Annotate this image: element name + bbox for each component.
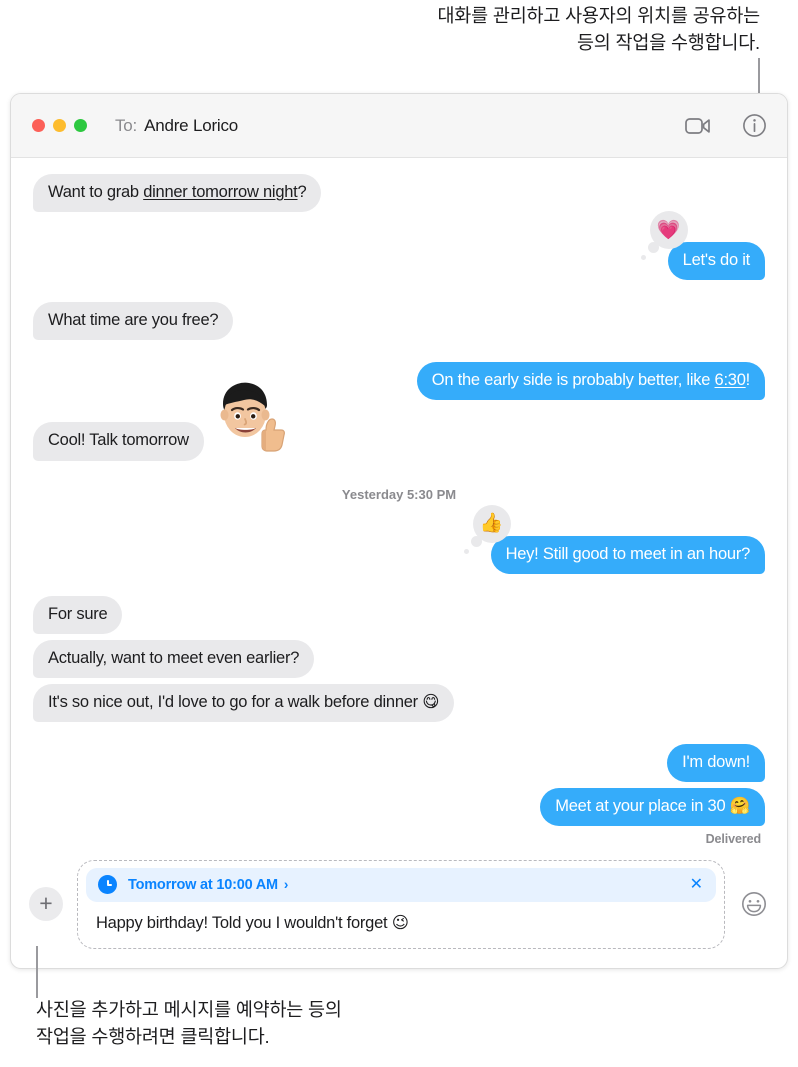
message-composer: + Tomorrow at 10:00 AM › ✕ Happy birthda… xyxy=(11,850,787,968)
facetime-video-icon[interactable] xyxy=(683,111,713,141)
message-row: Actually, want to meet even earlier? xyxy=(33,639,765,678)
message-text-part: ! xyxy=(745,371,751,390)
recipient-field[interactable]: To: Andre Lorico xyxy=(115,116,238,136)
bottom-annotation-text: 사진을 추가하고 메시지를 예약하는 등의 작업을 수행하려면 클릭합니다. xyxy=(36,996,466,1051)
message-bubble-incoming[interactable]: What time are you free? xyxy=(33,302,234,341)
message-row: What time are you free? xyxy=(33,302,765,341)
conversation-timestamp: Yesterday 5:30 PM xyxy=(341,486,457,502)
message-bubble-outgoing[interactable]: Meet at your place in 30 🤗 xyxy=(540,788,765,827)
message-bubble-outgoing[interactable]: I'm down! xyxy=(667,743,765,783)
message-text: I'm down! xyxy=(682,752,750,771)
traffic-light-buttons xyxy=(32,119,87,132)
bottom-annotation-line-2: 작업을 수행하려면 클릭합니다. xyxy=(36,1026,270,1048)
tapback-reaction-thumbsup[interactable]: 👍 xyxy=(463,504,511,554)
message-text: Let's do it xyxy=(682,251,751,270)
message-row: On the early side is probably better, li… xyxy=(33,362,765,401)
message-input-container[interactable]: Tomorrow at 10:00 AM › ✕ Happy birthday!… xyxy=(77,859,725,949)
message-row: I'm down! xyxy=(33,743,765,783)
message-text: Meet at your place in 30 🤗 xyxy=(555,797,750,816)
bottom-annotation-line-1: 사진을 추가하고 메시지를 예약하는 등의 xyxy=(36,999,342,1020)
window-titlebar: To: Andre Lorico xyxy=(11,94,787,158)
top-annotation-line-2: 등의 작업을 수행합니다. xyxy=(576,32,760,54)
scheduled-send-banner[interactable]: Tomorrow at 10:00 AM › ✕ xyxy=(86,867,716,902)
message-row: For sure xyxy=(33,595,765,634)
emoji-picker-icon[interactable] xyxy=(739,889,769,919)
message-row: Meet at your place in 30 🤗 xyxy=(33,788,765,827)
message-input-draft[interactable]: Happy birthday! Told you I wouldn't forg… xyxy=(86,902,716,940)
message-row: 👍 Hey! Still good to meet in an hour? xyxy=(33,504,765,574)
message-text-part: ? xyxy=(297,183,307,201)
message-text: Actually, want to meet even earlier? xyxy=(48,648,300,667)
add-attachment-button[interactable]: + xyxy=(29,887,63,921)
message-text: It's so nice out, I'd love to go for a w… xyxy=(48,692,440,711)
top-annotation-line-1: 대화를 관리하고 사용자의 위치를 공유하는 xyxy=(437,5,760,26)
minimize-window-button[interactable] xyxy=(53,119,66,132)
titlebar-actions xyxy=(683,111,769,141)
top-annotation-text: 대화를 관리하고 사용자의 위치를 공유하는 등의 작업을 수행합니다. xyxy=(330,2,760,57)
bottom-annotation-leader-line xyxy=(36,946,38,998)
close-window-button[interactable] xyxy=(32,119,45,132)
message-row: 💗 Let's do it xyxy=(33,211,765,281)
message-text: For sure xyxy=(48,604,108,623)
tapback-reaction-heart[interactable]: 💗 xyxy=(640,211,688,261)
message-row: It's so nice out, I'd love to go for a w… xyxy=(33,683,765,722)
message-bubble-incoming[interactable]: Actually, want to meet even earlier? xyxy=(33,639,315,678)
message-bubble-outgoing[interactable]: 👍 Hey! Still good to meet in an hour? xyxy=(463,504,765,574)
recipient-name: Andre Lorico xyxy=(144,115,239,135)
message-bubble-outgoing[interactable]: 💗 Let's do it xyxy=(640,211,765,281)
message-bubble-incoming[interactable]: It's so nice out, I'd love to go for a w… xyxy=(33,683,455,722)
message-text-part: Want to grab xyxy=(48,183,144,201)
to-label: To: xyxy=(115,115,138,135)
message-row: Want to grab dinner tomorrow night? xyxy=(33,174,765,213)
delivery-status: Delivered xyxy=(705,832,761,847)
info-icon[interactable] xyxy=(739,111,769,141)
close-icon[interactable]: ✕ xyxy=(690,876,703,893)
message-data-detector-link[interactable]: dinner tomorrow night xyxy=(143,183,298,201)
message-row: Cool! Talk tomorrow xyxy=(33,383,765,461)
message-bubble-incoming[interactable]: Want to grab dinner tomorrow night? xyxy=(33,174,322,213)
message-data-detector-link[interactable]: 6:30 xyxy=(715,371,746,389)
scheduled-send-time[interactable]: Tomorrow at 10:00 AM xyxy=(128,877,278,893)
message-text: Cool! Talk tomorrow xyxy=(48,431,189,450)
messages-window: To: Andre Lorico Want to grab dinner tom… xyxy=(10,93,788,969)
clock-icon xyxy=(98,875,117,894)
chevron-right-icon[interactable]: › xyxy=(284,877,289,892)
message-transcript[interactable]: Want to grab dinner tomorrow night? 💗 Le… xyxy=(11,158,787,850)
zoom-window-button[interactable] xyxy=(74,119,87,132)
message-text: Hey! Still good to meet in an hour? xyxy=(505,544,751,563)
message-text-part: On the early side is probably better, li… xyxy=(431,371,715,390)
message-bubble-incoming[interactable]: Cool! Talk tomorrow xyxy=(33,422,204,461)
message-text: What time are you free? xyxy=(48,311,219,330)
message-bubble-incoming[interactable]: For sure xyxy=(33,595,123,634)
message-bubble-outgoing[interactable]: On the early side is probably better, li… xyxy=(416,362,765,401)
